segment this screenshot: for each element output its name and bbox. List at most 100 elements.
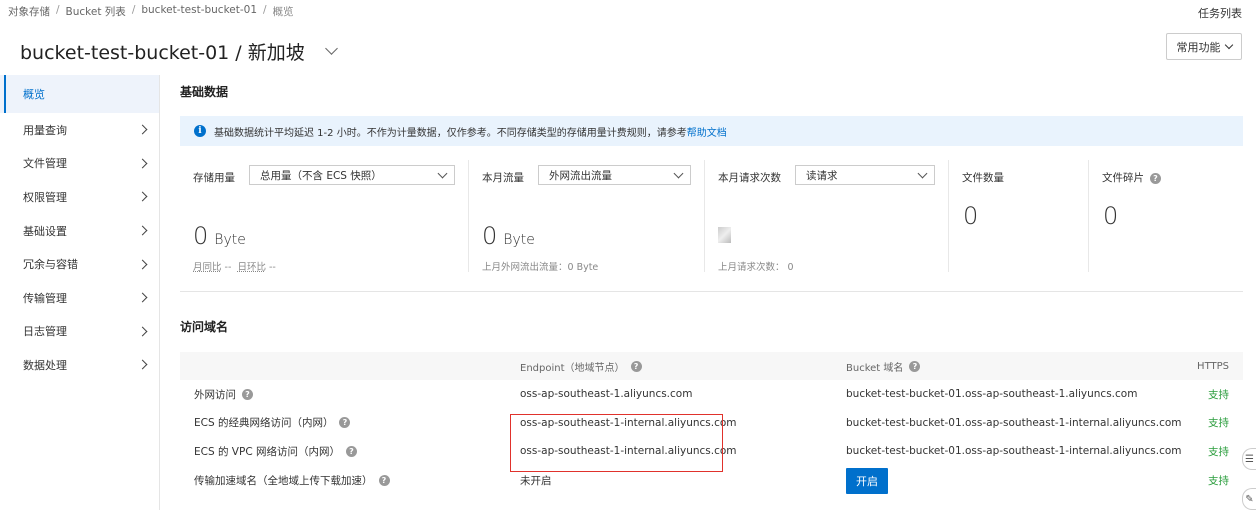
- notice-banner: i 基础数据统计平均延迟 1-2 小时。不作为计量数据，仅作参考。不同存储类型的…: [180, 116, 1243, 146]
- endpoint-header: Endpoint（地域节点）?: [520, 352, 642, 380]
- sidebar-item-redundancy[interactable]: 冗余与容错: [0, 247, 159, 281]
- monthly-requests-card: 本月请求次数 读请求 上月请求次数： 0: [705, 160, 949, 273]
- page-title: bucket-test-bucket-01 / 新加坡: [20, 38, 338, 65]
- sidebar-item-label: 传输管理: [23, 291, 67, 305]
- help-doc-link[interactable]: 帮助文档: [687, 124, 727, 139]
- section-divider: [180, 291, 1243, 292]
- file-fragments-value: 0: [1103, 202, 1119, 230]
- sidebar-item-logs[interactable]: 日志管理: [0, 315, 159, 349]
- help-icon[interactable]: ?: [242, 388, 253, 400]
- file-count-card: 文件数量 0: [949, 160, 1089, 272]
- sidebar-item-data-processing[interactable]: 数据处理: [0, 348, 159, 382]
- chevron-down-icon: [437, 168, 448, 179]
- chevron-right-icon: [137, 124, 148, 135]
- help-icon[interactable]: ?: [1150, 172, 1161, 184]
- chevron-down-icon: [1224, 40, 1233, 49]
- breadcrumb-separator: /: [131, 4, 136, 16]
- table-header: Endpoint（地域节点）? Bucket 域名? HTTPS: [180, 352, 1243, 380]
- bucket-domain-cell: bucket-test-bucket-01.oss-ap-southeast-1…: [846, 445, 1182, 458]
- loading-placeholder: [718, 227, 731, 243]
- monthly-traffic-card: 本月流量 外网流出流量 0 Byte 上月外网流出流量：0 Byte: [469, 160, 705, 273]
- file-fragments-label: 文件碎片?: [1102, 170, 1161, 185]
- help-icon[interactable]: ?: [346, 445, 357, 457]
- domain-type: ECS 的经典网络访问（内网）?: [194, 409, 351, 438]
- file-count-label: 文件数量: [962, 172, 1004, 184]
- chevron-down-icon[interactable]: [324, 42, 338, 55]
- sidebar: 概览 用量查询 文件管理 权限管理 基础设置 冗余与容错 传输管理 日志管理 数…: [0, 75, 160, 510]
- bucket-domain-header: Bucket 域名?: [846, 352, 921, 380]
- sidebar-item-overview[interactable]: 概览: [0, 75, 159, 113]
- sidebar-item-label: 概览: [23, 88, 45, 101]
- breadcrumb-bucket-list[interactable]: Bucket 列表: [66, 4, 126, 19]
- sidebar-item-label: 冗余与容错: [23, 258, 78, 272]
- sidebar-item-label: 日志管理: [23, 325, 67, 339]
- bucket-domain-cell: 开启: [846, 466, 888, 496]
- help-icon[interactable]: ?: [378, 475, 390, 486]
- traffic-type-select[interactable]: 外网流出流量: [538, 165, 691, 185]
- help-icon[interactable]: ?: [909, 360, 921, 372]
- breadcrumb-separator: /: [56, 4, 60, 16]
- sidebar-item-usage[interactable]: 用量查询: [0, 113, 159, 147]
- chevron-right-icon: [137, 326, 148, 337]
- request-type-select[interactable]: 读请求: [795, 165, 935, 185]
- feedback-icon[interactable]: ☰: [1242, 448, 1256, 470]
- breadcrumb-bucket[interactable]: bucket-test-bucket-01: [141, 4, 257, 19]
- chevron-right-icon: [137, 360, 148, 370]
- sidebar-item-permissions[interactable]: 权限管理: [0, 180, 159, 214]
- help-icon[interactable]: ?: [339, 417, 351, 429]
- sidebar-item-label: 用量查询: [23, 123, 67, 137]
- storage-usage-value: 0 Byte: [193, 222, 246, 250]
- chevron-right-icon: [137, 225, 148, 236]
- last-month-traffic: 上月外网流出流量：0 Byte: [482, 262, 599, 273]
- https-status: 支持: [1208, 417, 1229, 430]
- enable-acceleration-button[interactable]: 开启: [846, 467, 888, 494]
- sidebar-item-transfer[interactable]: 传输管理: [0, 281, 159, 315]
- bucket-domain-cell: bucket-test-bucket-01.oss-ap-southeast-1…: [846, 388, 1138, 401]
- chevron-right-icon: [137, 259, 148, 270]
- task-list-link[interactable]: 任务列表: [1198, 5, 1242, 21]
- breadcrumb: 对象存储 / Bucket 列表 / bucket-test-bucket-01…: [8, 4, 294, 19]
- storage-usage-card: 存储用量 总用量（不含 ECS 快照） 0 Byte 月同比 -- 日环比 --: [180, 160, 469, 273]
- chevron-down-icon: [917, 168, 928, 179]
- https-status: 支持: [1208, 388, 1229, 401]
- traffic-type-value: 外网流出流量: [549, 169, 612, 182]
- chevron-right-icon: [137, 158, 148, 169]
- monthly-traffic-value: 0 Byte: [482, 222, 535, 250]
- help-icon[interactable]: ?: [630, 360, 642, 372]
- https-status: 支持: [1208, 475, 1229, 487]
- file-count-value: 0: [963, 202, 979, 230]
- chat-icon[interactable]: ✎: [1242, 488, 1256, 510]
- chevron-right-icon: [137, 192, 148, 202]
- sidebar-item-basic-settings[interactable]: 基础设置: [0, 214, 159, 248]
- highlight-box: [510, 414, 723, 472]
- domain-type: 传输加速域名（全地域上传下载加速）?: [194, 466, 390, 496]
- access-domains-title: 访问域名: [180, 320, 229, 334]
- monthly-requests-label: 本月请求次数: [718, 172, 781, 184]
- notice-text: 基础数据统计平均延迟 1-2 小时。不作为计量数据，仅作参考。不同存储类型的存储…: [214, 127, 687, 139]
- endpoint-cell: oss-ap-southeast-1.aliyuncs.com: [520, 388, 693, 401]
- storage-usage-label: 存储用量: [193, 172, 235, 184]
- storage-type-select[interactable]: 总用量（不含 ECS 快照）: [249, 165, 455, 185]
- breadcrumb-current: 概览: [272, 6, 294, 18]
- monthly-traffic-label: 本月流量: [482, 172, 524, 184]
- last-month-requests: 上月请求次数： 0: [718, 262, 794, 273]
- file-fragments-card: 文件碎片? 0: [1089, 160, 1243, 272]
- breadcrumb-separator: /: [263, 4, 267, 16]
- sidebar-item-label: 文件管理: [23, 157, 67, 171]
- https-status: 支持: [1208, 445, 1229, 458]
- chevron-right-icon: [137, 292, 148, 303]
- domain-type: ECS 的 VPC 网络访问（内网）?: [194, 437, 357, 466]
- basic-data-title: 基础数据: [180, 85, 229, 99]
- common-functions-button[interactable]: 常用功能: [1166, 33, 1242, 60]
- https-header: HTTPS: [1197, 360, 1229, 372]
- bucket-domain-cell: bucket-test-bucket-01.oss-ap-southeast-1…: [846, 416, 1182, 429]
- sidebar-item-label: 基础设置: [23, 224, 67, 238]
- breadcrumb-oss[interactable]: 对象存储: [8, 4, 50, 19]
- sidebar-item-files[interactable]: 文件管理: [0, 147, 159, 181]
- sidebar-item-label: 数据处理: [23, 358, 67, 372]
- storage-compare: 月同比 -- 日环比 --: [193, 262, 276, 273]
- common-functions-label: 常用功能: [1176, 40, 1221, 54]
- request-type-value: 读请求: [806, 169, 838, 182]
- metrics-panel: 存储用量 总用量（不含 ECS 快照） 0 Byte 月同比 -- 日环比 -- …: [180, 160, 1243, 273]
- domain-type: 外网访问?: [194, 380, 253, 409]
